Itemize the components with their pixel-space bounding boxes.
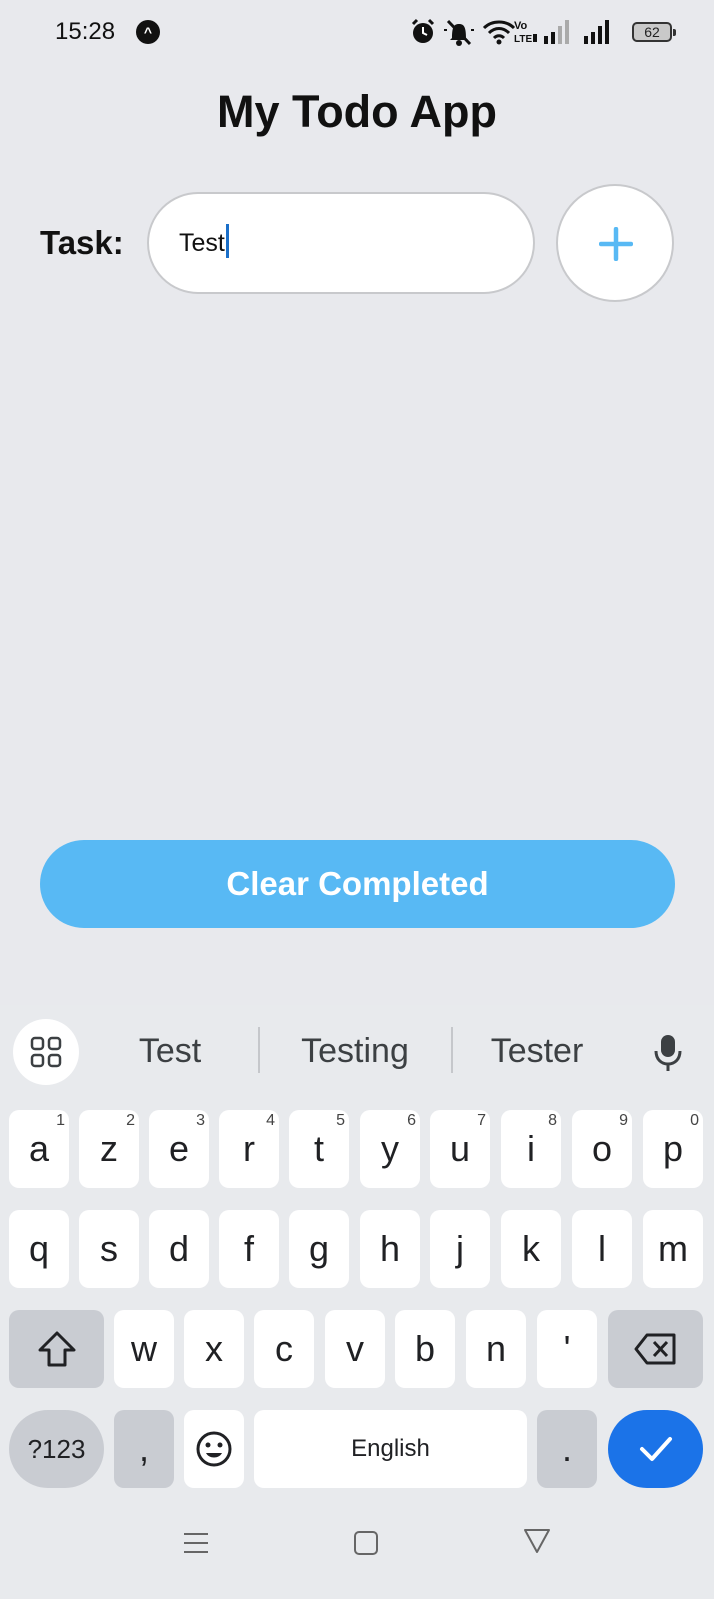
key-m[interactable]: m xyxy=(643,1210,703,1288)
svg-text:Vo: Vo xyxy=(514,20,528,32)
suggestion-bar: Test Testing Tester xyxy=(0,1005,714,1095)
task-input-value: Test xyxy=(179,229,225,257)
page-title: My Todo App xyxy=(217,86,497,137)
key-f[interactable]: f xyxy=(219,1210,279,1288)
svg-text:LTE: LTE xyxy=(514,34,532,45)
key-label: e xyxy=(168,1128,190,1169)
key-label: o xyxy=(591,1128,613,1169)
notification-badge: ^ xyxy=(136,20,160,44)
space-key[interactable]: English xyxy=(254,1410,527,1488)
key-i[interactable]: i8 xyxy=(501,1110,561,1188)
battery-icon: 62 xyxy=(632,22,676,42)
divider xyxy=(258,1027,260,1073)
task-input[interactable]: Test xyxy=(147,192,535,294)
key-hint: 4 xyxy=(266,1112,275,1129)
volte-icon: Vo LTE xyxy=(514,20,537,45)
key-l[interactable]: l xyxy=(572,1210,632,1288)
key-h[interactable]: h xyxy=(360,1210,420,1288)
key-x[interactable]: x xyxy=(184,1310,244,1388)
key-w[interactable]: w xyxy=(114,1310,174,1388)
suggestion-3[interactable]: Tester xyxy=(470,1032,604,1071)
backspace-key[interactable] xyxy=(608,1310,703,1388)
grid-icon xyxy=(30,1036,62,1068)
backspace-icon xyxy=(634,1333,676,1365)
back-icon[interactable] xyxy=(523,1528,551,1554)
key-p[interactable]: p0 xyxy=(643,1110,703,1188)
key-t[interactable]: t5 xyxy=(289,1110,349,1188)
apps-grid-button[interactable] xyxy=(13,1019,79,1085)
key-u[interactable]: u7 xyxy=(430,1110,490,1188)
status-time: 15:28 xyxy=(55,18,116,45)
status-bar: 15:28 ^ Vo LTE 62 xyxy=(0,0,714,64)
key-b[interactable]: b xyxy=(395,1310,455,1388)
keyboard: Test Testing Tester a1 z2 e3 r4 t5 y6 u7… xyxy=(0,1005,714,1599)
shift-key[interactable] xyxy=(9,1310,104,1388)
key-z[interactable]: z2 xyxy=(79,1110,139,1188)
symbols-key[interactable]: ?123 xyxy=(9,1410,104,1488)
plus-icon xyxy=(599,227,633,261)
key-g[interactable]: g xyxy=(289,1210,349,1288)
key-q[interactable]: q xyxy=(9,1210,69,1288)
key-hint: 6 xyxy=(407,1112,416,1129)
shift-icon xyxy=(38,1331,76,1367)
key-hint: 8 xyxy=(548,1112,557,1129)
key-hint: 0 xyxy=(690,1112,699,1129)
key-label: t xyxy=(313,1128,324,1169)
key-label: y xyxy=(381,1128,399,1169)
add-task-button[interactable] xyxy=(556,184,674,302)
suggestion-1[interactable]: Test xyxy=(110,1032,230,1071)
key-hint: 7 xyxy=(477,1112,486,1129)
task-label: Task: xyxy=(40,224,124,261)
key-hint: 3 xyxy=(196,1112,205,1129)
key-v[interactable]: v xyxy=(325,1310,385,1388)
emoji-icon xyxy=(196,1431,232,1467)
key-k[interactable]: k xyxy=(501,1210,561,1288)
key-apostrophe[interactable]: ' xyxy=(537,1310,597,1388)
check-icon xyxy=(640,1437,672,1461)
key-hint: 2 xyxy=(126,1112,135,1129)
key-label: a xyxy=(28,1128,50,1169)
divider xyxy=(451,1027,453,1073)
key-hint: 9 xyxy=(619,1112,628,1129)
key-label: u xyxy=(449,1128,471,1169)
key-r[interactable]: r4 xyxy=(219,1110,279,1188)
signal-icon xyxy=(584,20,609,44)
text-caret xyxy=(225,224,229,259)
key-label: z xyxy=(100,1128,118,1169)
alarm-icon xyxy=(411,18,435,43)
menu-icon[interactable] xyxy=(183,1530,209,1556)
key-n[interactable]: n xyxy=(466,1310,526,1388)
key-a[interactable]: a1 xyxy=(9,1110,69,1188)
key-hint: 5 xyxy=(336,1112,345,1129)
key-d[interactable]: d xyxy=(149,1210,209,1288)
key-j[interactable]: j xyxy=(430,1210,490,1288)
key-e[interactable]: e3 xyxy=(149,1110,209,1188)
comma-key[interactable]: , xyxy=(114,1410,174,1488)
key-s[interactable]: s xyxy=(79,1210,139,1288)
enter-key[interactable] xyxy=(608,1410,703,1488)
suggestion-2[interactable]: Testing xyxy=(280,1032,430,1071)
emoji-key[interactable] xyxy=(184,1410,244,1488)
nav-bar xyxy=(0,1520,714,1599)
key-label: i xyxy=(527,1128,535,1169)
key-c[interactable]: c xyxy=(254,1310,314,1388)
period-key[interactable]: . xyxy=(537,1410,597,1488)
wifi-icon xyxy=(482,20,516,45)
screen: 15:28 ^ Vo LTE 62 My Todo App Task: Test… xyxy=(0,0,714,1599)
signal-icon xyxy=(544,20,569,44)
key-hint: 1 xyxy=(56,1112,65,1129)
mute-icon xyxy=(444,19,474,46)
home-icon[interactable] xyxy=(353,1530,379,1556)
key-label: p xyxy=(662,1128,684,1169)
mic-icon[interactable] xyxy=(653,1033,683,1073)
key-o[interactable]: o9 xyxy=(572,1110,632,1188)
key-label: r xyxy=(243,1128,255,1169)
key-y[interactable]: y6 xyxy=(360,1110,420,1188)
clear-completed-button[interactable]: Clear Completed xyxy=(40,840,675,928)
